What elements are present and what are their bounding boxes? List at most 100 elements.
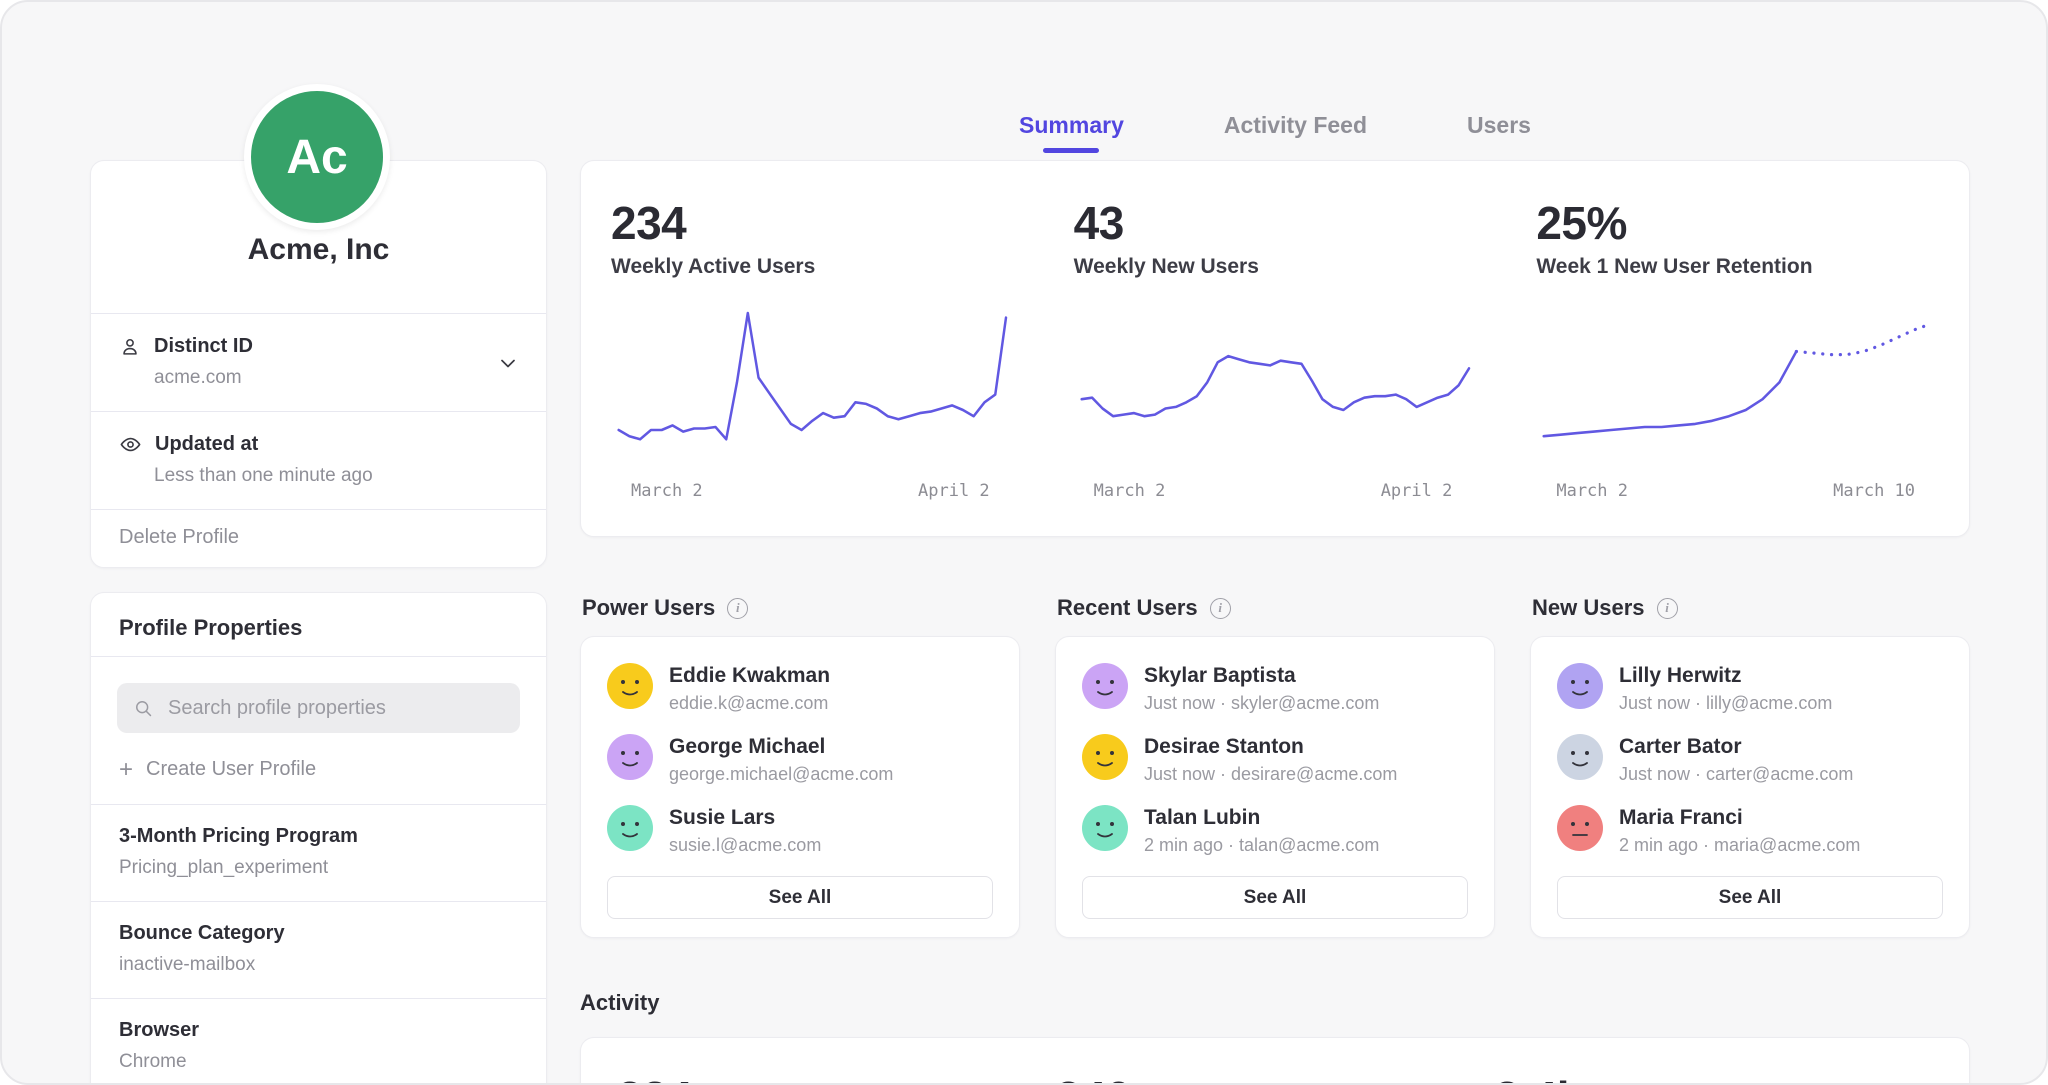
weekly-active-users-chart <box>611 305 1014 475</box>
user-subtext: Just now · desirare@acme.com <box>1144 764 1397 785</box>
user-name: George Michael <box>669 735 893 759</box>
tab-activity-feed[interactable]: Activity Feed <box>1224 112 1367 151</box>
info-icon[interactable]: i <box>1210 598 1231 619</box>
distinct-id-label: Distinct ID <box>154 335 253 358</box>
stat-value: 43 <box>1074 200 1477 246</box>
stat-weekly-active-users: 234 Weekly Active Users March 2 April 2 <box>581 161 1044 536</box>
user-name: Desirae Stanton <box>1144 735 1397 759</box>
profile-properties-title: Profile Properties <box>91 593 546 656</box>
stat-weekly-new-users: 43 Weekly New Users March 2 April 2 <box>1044 161 1507 536</box>
create-user-profile-label: Create User Profile <box>146 758 316 781</box>
property-item[interactable]: Bounce Category inactive-mailbox <box>91 901 546 998</box>
user-avatar <box>1557 734 1603 780</box>
info-icon[interactable]: i <box>727 598 748 619</box>
stat-label: Weekly Active Users <box>611 255 1014 279</box>
power-users-card: Eddie Kwakman eddie.k@acme.com George Mi… <box>580 636 1020 938</box>
user-subtext: Just now · carter@acme.com <box>1619 764 1853 785</box>
see-all-button[interactable]: See All <box>607 876 993 919</box>
list-item[interactable]: Talan Lubin 2 min ago · talan@acme.com <box>1082 805 1468 856</box>
property-item[interactable]: 3-Month Pricing Program Pricing_plan_exp… <box>91 804 546 901</box>
weekly-new-users-chart <box>1074 305 1477 475</box>
chevron-down-icon[interactable] <box>496 351 520 375</box>
power-users-section: Power Users i Eddie Kwakman eddie.k@acme… <box>580 592 1020 938</box>
user-avatar <box>607 805 653 851</box>
tab-summary[interactable]: Summary <box>1019 112 1124 151</box>
user-subtext: Just now · lilly@acme.com <box>1619 693 1832 714</box>
user-subtext: 2 min ago · maria@acme.com <box>1619 835 1860 856</box>
info-icon[interactable]: i <box>1657 598 1678 619</box>
stat-value: 234 <box>611 200 1014 246</box>
distinct-id-value: acme.com <box>154 367 518 389</box>
updated-at-row: Updated at Less than one minute ago <box>91 411 546 509</box>
x-tick-right: April 2 <box>918 481 990 501</box>
updated-at-label: Updated at <box>155 433 258 456</box>
activity-stat: 240 <box>1056 1075 1495 1085</box>
list-item[interactable]: Susie Lars susie.l@acme.com <box>607 805 993 856</box>
user-name: Maria Franci <box>1619 806 1860 830</box>
user-avatar <box>1557 663 1603 709</box>
user-avatar <box>1557 805 1603 851</box>
list-item[interactable]: Lilly Herwitz Just now · lilly@acme.com <box>1557 663 1943 714</box>
user-name: Talan Lubin <box>1144 806 1379 830</box>
x-tick-right: March 10 <box>1833 481 1915 501</box>
see-all-button[interactable]: See All <box>1082 876 1468 919</box>
x-tick-left: March 2 <box>1556 481 1628 501</box>
user-subtext: eddie.k@acme.com <box>669 693 830 714</box>
activity-card: 234 240 3.4k <box>580 1037 1970 1085</box>
search-icon <box>133 698 154 719</box>
property-name: Bounce Category <box>119 922 518 945</box>
user-name: Carter Bator <box>1619 735 1853 759</box>
x-tick-left: March 2 <box>1094 481 1166 501</box>
updated-at-value: Less than one minute ago <box>154 465 518 487</box>
person-icon <box>119 336 141 358</box>
stat-label: Weekly New Users <box>1074 255 1477 279</box>
recent-users-card: Skylar Baptista Just now · skyler@acme.c… <box>1055 636 1495 938</box>
user-subtext: Just now · skyler@acme.com <box>1144 693 1379 714</box>
search-input[interactable] <box>166 696 504 721</box>
search-profile-properties[interactable] <box>117 683 520 733</box>
delete-profile-button[interactable]: Delete Profile <box>91 509 546 567</box>
new-users-section: New Users i Lilly Herwitz Just now · lil… <box>1530 592 1970 938</box>
power-users-title: Power Users <box>582 595 715 621</box>
recent-users-title: Recent Users <box>1057 595 1198 621</box>
distinct-id-row[interactable]: Distinct ID acme.com <box>91 313 546 411</box>
tab-users[interactable]: Users <box>1467 112 1531 151</box>
user-avatar <box>1082 663 1128 709</box>
list-item[interactable]: Carter Bator Just now · carter@acme.com <box>1557 734 1943 785</box>
list-item[interactable]: Skylar Baptista Just now · skyler@acme.c… <box>1082 663 1468 714</box>
user-avatar <box>607 663 653 709</box>
user-subtext: susie.l@acme.com <box>669 835 821 856</box>
week1-retention-chart <box>1536 305 1939 475</box>
list-item[interactable]: Desirae Stanton Just now · desirare@acme… <box>1082 734 1468 785</box>
profile-properties-card: Profile Properties + Create User Profile… <box>90 592 547 1085</box>
stat-week1-retention: 25% Week 1 New User Retention March 2 Ma… <box>1506 161 1969 536</box>
property-value: Pricing_plan_experiment <box>119 857 518 879</box>
plus-icon: + <box>119 760 133 780</box>
list-item[interactable]: George Michael george.michael@acme.com <box>607 734 993 785</box>
x-tick-left: March 2 <box>631 481 703 501</box>
stat-label: Week 1 New User Retention <box>1536 255 1939 279</box>
user-avatar <box>1082 805 1128 851</box>
property-value: Chrome <box>119 1051 518 1073</box>
property-name: Browser <box>119 1019 518 1042</box>
profile-tabs: Summary Activity Feed Users <box>580 112 1970 151</box>
user-avatar <box>607 734 653 780</box>
user-subtext: george.michael@acme.com <box>669 764 893 785</box>
list-item[interactable]: Maria Franci 2 min ago · maria@acme.com <box>1557 805 1943 856</box>
see-all-button[interactable]: See All <box>1557 876 1943 919</box>
new-users-title: New Users <box>1532 595 1645 621</box>
property-name: 3-Month Pricing Program <box>119 825 518 848</box>
create-user-profile-button[interactable]: + Create User Profile <box>91 733 546 804</box>
user-name: Skylar Baptista <box>1144 664 1379 688</box>
user-avatar <box>1082 734 1128 780</box>
user-subtext: 2 min ago · talan@acme.com <box>1144 835 1379 856</box>
activity-title: Activity <box>580 990 1970 1016</box>
list-item[interactable]: Eddie Kwakman eddie.k@acme.com <box>607 663 993 714</box>
new-users-card: Lilly Herwitz Just now · lilly@acme.com … <box>1530 636 1970 938</box>
summary-stats-card: 234 Weekly Active Users March 2 April 2 … <box>580 160 1970 537</box>
activity-section: Activity 234 240 3.4k <box>580 990 1970 1085</box>
activity-stat: 3.4k <box>1494 1075 1933 1085</box>
property-item[interactable]: Browser Chrome <box>91 998 546 1085</box>
user-lists: Power Users i Eddie Kwakman eddie.k@acme… <box>580 592 1970 938</box>
property-value: inactive-mailbox <box>119 954 518 976</box>
